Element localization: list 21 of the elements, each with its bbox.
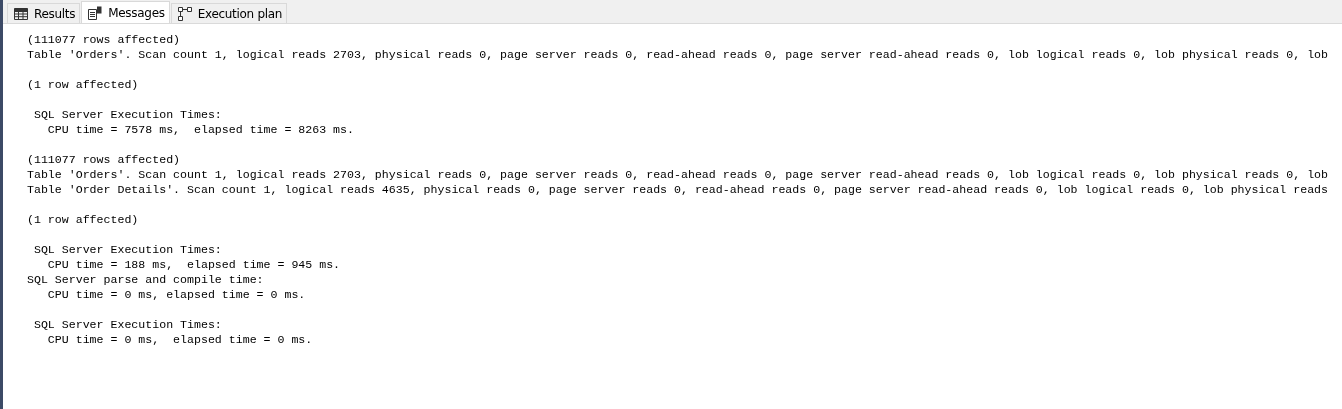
message-line: SQL Server Execution Times: (32, 317, 223, 332)
message-line: Table 'Order Details'. Scan count 1, logical reads 4635, physical reads 0, page server reads 0, read-ahead reads 0, page server read-ahead reads 0, lob logical reads 0, lob physical reads (27, 182, 1330, 197)
message-line: CPU time = 0 ms, elapsed time = 0 ms. (46, 287, 307, 302)
document-icon (88, 5, 103, 20)
message-line: (111077 rows affected) (27, 152, 182, 167)
message-line: SQL Server Execution Times: (32, 107, 223, 122)
tab[interactable]: Messages (81, 1, 170, 23)
message-line: CPU time = 7578 ms, elapsed time = 8263 ms. (46, 122, 355, 137)
tab[interactable]: Results (7, 3, 81, 23)
message-line: CPU time = 0 ms, elapsed time = 0 ms. (46, 332, 314, 347)
message-line: SQL Server parse and compile time: (27, 272, 265, 287)
message-line: (111077 rows affected) (27, 32, 182, 47)
grid-icon (14, 7, 28, 20)
message-line: CPU time = 188 ms, elapsed time = 945 ms. (46, 257, 342, 272)
message-line: (1 row affected) (27, 212, 140, 227)
message-line: Table 'Orders'. Scan count 1, logical reads 2703, physical reads 0, page server reads 0, read-ahead reads 0, page server read-ahead reads 0, lob logical reads 0, lob physical reads 0, lob (27, 167, 1330, 182)
message-line: SQL Server Execution Times: (32, 242, 223, 257)
message-line: Table 'Orders'. Scan count 1, logical reads 2703, physical reads 0, page server reads 0, read-ahead reads 0, page server read-ahead reads 0, lob logical reads 0, lob physical reads 0, lob (27, 47, 1330, 62)
diagram-icon (177, 6, 192, 21)
tab[interactable]: Execution plan (170, 3, 288, 23)
message-line: (1 row affected) (27, 77, 140, 92)
